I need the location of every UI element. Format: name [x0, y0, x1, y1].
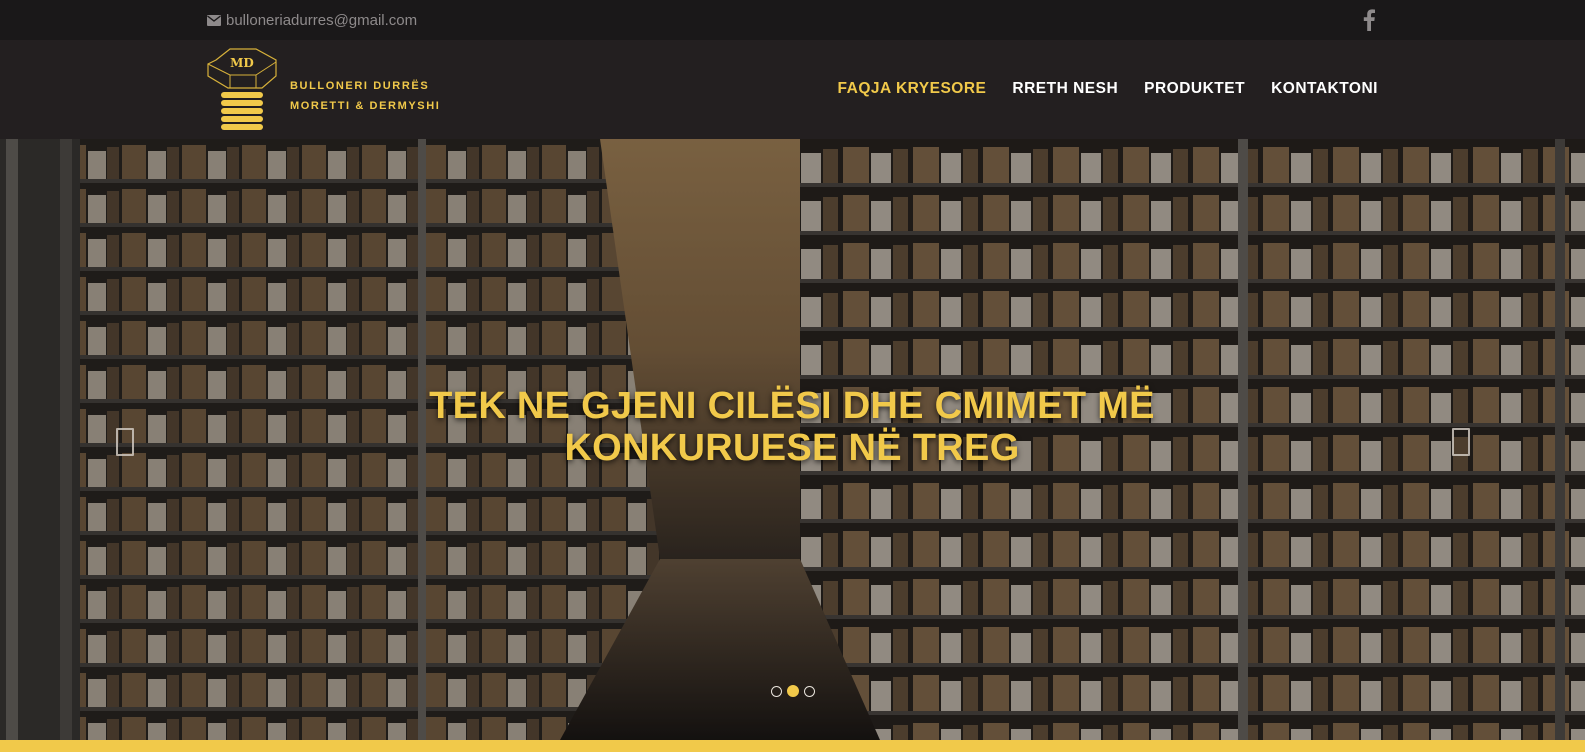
- svg-text:MD: MD: [230, 56, 254, 70]
- email-text: bulloneriadurres@gmail.com: [226, 11, 418, 29]
- chevron-left-icon[interactable]: [116, 428, 134, 456]
- nav-item-kontaktoni[interactable]: KONTAKTONI: [1271, 80, 1378, 98]
- top-bar: bulloneriadurres@gmail.com: [0, 0, 1585, 40]
- site-header: MD BULLONERI DURRËS MORETTI & DERMYSHI F…: [0, 40, 1585, 139]
- nav-item-faqja-kryesore[interactable]: FAQJA KRYESORE: [838, 80, 987, 98]
- chevron-right-icon[interactable]: [1452, 428, 1470, 456]
- hero-headline: TEK NE GJENI CILËSI DHE CMIMET MË KONKUR…: [392, 385, 1192, 469]
- facebook-icon[interactable]: [1362, 9, 1376, 31]
- slider-dot-2[interactable]: [787, 685, 799, 697]
- slider-dot-3[interactable]: [804, 685, 815, 697]
- main-nav: FAQJA KRYESORE RRETH NESH PRODUKTET KONT…: [838, 80, 1378, 98]
- nav-item-produktet[interactable]: PRODUKTET: [1144, 80, 1245, 98]
- brand-line-1: BULLONERI DURRËS: [290, 80, 430, 92]
- accent-strip: [0, 740, 1585, 752]
- email-link[interactable]: bulloneriadurres@gmail.com: [207, 11, 417, 29]
- hero-headline-line-1: TEK NE GJENI CILËSI DHE CMIMET MË: [429, 385, 1155, 427]
- slider-dot-1[interactable]: [771, 685, 782, 697]
- slider-pagination: [771, 685, 815, 697]
- brand-name[interactable]: BULLONERI DURRËS MORETTI & DERMYSHI: [290, 76, 440, 116]
- hero-headline-line-2: KONKURUESE NË TREG: [564, 427, 1020, 469]
- brand-line-2: MORETTI & DERMYSHI: [290, 100, 441, 112]
- nav-item-rreth-nesh[interactable]: RRETH NESH: [1012, 80, 1118, 98]
- envelope-icon: [207, 14, 221, 26]
- bolt-logo-icon[interactable]: MD: [206, 48, 278, 134]
- hero-slider: TEK NE GJENI CILËSI DHE CMIMET MË KONKUR…: [0, 139, 1585, 740]
